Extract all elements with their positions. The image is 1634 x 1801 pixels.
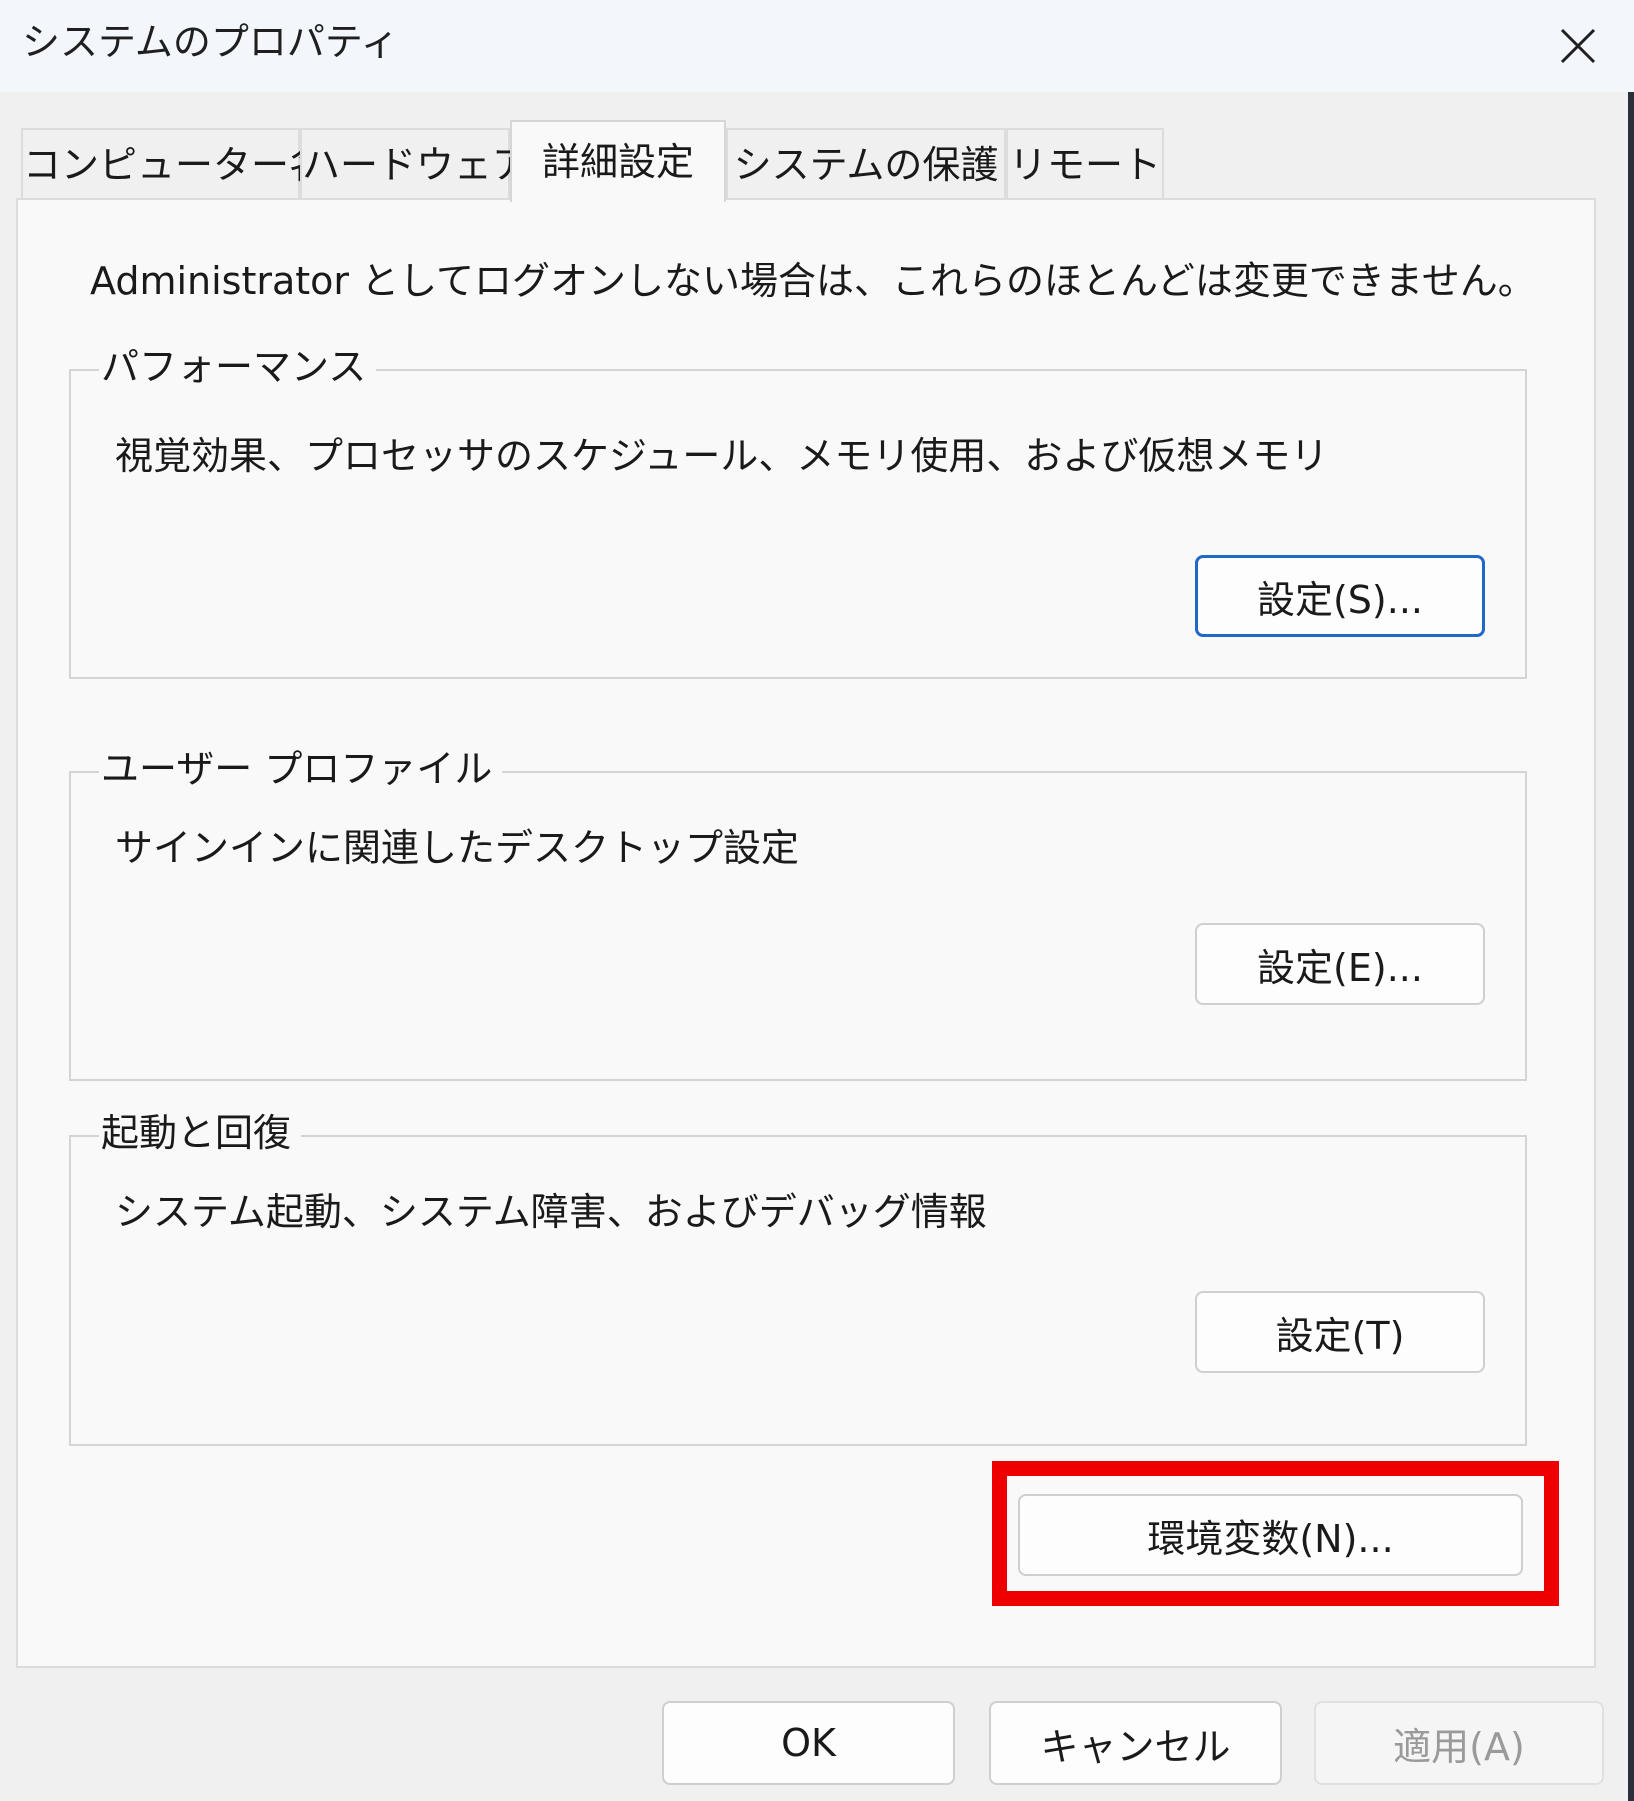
- performance-group-title: パフォーマンス: [99, 341, 377, 393]
- performance-group: パフォーマンス 視覚効果、プロセッサのスケジュール、メモリ使用、および仮想メモリ…: [69, 341, 1527, 679]
- close-button[interactable]: [1528, 6, 1628, 86]
- startup-recovery-group-title: 起動と回復: [99, 1107, 302, 1159]
- performance-description: 視覚効果、プロセッサのスケジュール、メモリ使用、および仮想メモリ: [115, 434, 1329, 478]
- user-profiles-description: サインインに関連したデスクトップ設定: [115, 826, 800, 870]
- cancel-button[interactable]: キャンセル: [989, 1701, 1282, 1785]
- environment-variables-button[interactable]: 環境変数(N)...: [1018, 1494, 1523, 1576]
- user-profiles-group: ユーザー プロファイル サインインに関連したデスクトップ設定 設定(E)...: [69, 743, 1527, 1081]
- apply-button[interactable]: 適用(A): [1314, 1701, 1604, 1785]
- tab-remote[interactable]: リモート: [1006, 128, 1164, 198]
- tab-hardware[interactable]: ハードウェア: [300, 128, 530, 198]
- tab-advanced[interactable]: 詳細設定: [510, 120, 726, 202]
- startup-recovery-settings-button[interactable]: 設定(T): [1195, 1291, 1485, 1373]
- tab-system-protection[interactable]: システムの保護: [726, 128, 1006, 198]
- startup-recovery-group: 起動と回復 システム起動、システム障害、およびデバッグ情報 設定(T): [69, 1107, 1527, 1446]
- startup-recovery-description: システム起動、システム障害、およびデバッグ情報: [115, 1190, 987, 1234]
- user-profiles-group-title: ユーザー プロファイル: [99, 743, 503, 795]
- admin-note: Administrator としてログオンしない場合は、これらのほとんどは変更で…: [90, 259, 1536, 303]
- close-icon: [1560, 28, 1596, 64]
- desktop-edge: [1628, 0, 1634, 1801]
- ok-button[interactable]: OK: [662, 1701, 955, 1785]
- user-profiles-settings-button[interactable]: 設定(E)...: [1195, 923, 1485, 1005]
- performance-settings-button[interactable]: 設定(S)...: [1195, 555, 1485, 637]
- window-title: システムのプロパティ: [22, 20, 399, 64]
- title-bar: システムのプロパティ: [0, 0, 1634, 92]
- tab-computer-name[interactable]: コンピューター名: [21, 128, 327, 198]
